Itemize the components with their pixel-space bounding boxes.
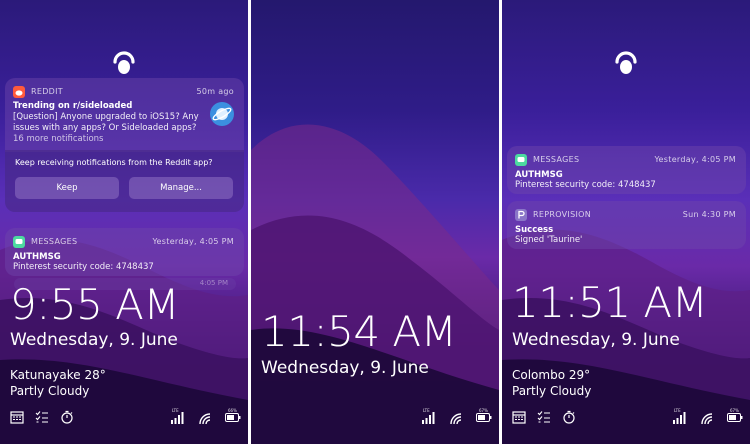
wifi-icon xyxy=(450,413,462,424)
notification-app-name: REPROVISION xyxy=(533,210,592,219)
notification-title: AUTHMSG xyxy=(515,170,563,180)
messages-notification[interactable]: MESSAGES Yesterday, 4:05 PM AUTHMSG Pint… xyxy=(507,146,746,194)
checklist-icon[interactable] xyxy=(35,410,49,424)
clock: 11:54 AM xyxy=(261,307,457,356)
calendar-icon[interactable] xyxy=(10,410,24,424)
notification-app-name: MESSAGES xyxy=(31,237,78,246)
notification-app-name: REDDIT xyxy=(31,87,63,96)
date: Wednesday, 9. June xyxy=(512,330,680,350)
wifi-icon xyxy=(701,413,713,424)
clock: 11:51 AM xyxy=(512,278,708,327)
messages-notification[interactable]: MESSAGES Yesterday, 4:05 PM AUTHMSG Pint… xyxy=(5,228,244,276)
date: Wednesday, 9. June xyxy=(10,330,178,350)
notification-body-line1: [Question] Anyone upgraded to iOS15? Any xyxy=(13,112,199,122)
reddit-notification[interactable]: REDDIT 50m ago Trending on r/sideloaded … xyxy=(5,78,244,152)
calendar-icon[interactable] xyxy=(512,410,526,424)
more-notifications[interactable]: 16 more notifications xyxy=(13,134,103,145)
notification-body: Pinterest security code: 4748437 xyxy=(13,262,154,272)
battery-icon xyxy=(476,413,492,422)
reprovision-app-icon xyxy=(515,209,527,221)
messages-app-icon xyxy=(13,236,25,248)
weather-condition: Partly Cloudy xyxy=(10,384,90,398)
notification-body: Signed 'Taurine' xyxy=(515,235,583,245)
notification-time: Yesterday, 4:05 PM xyxy=(654,155,736,164)
notification-options: Keep receiving notifications from the Re… xyxy=(5,150,244,212)
weather-location: Colombo 29° xyxy=(512,368,591,382)
notification-time: 50m ago xyxy=(196,87,234,96)
notification-title: Trending on r/sideloaded xyxy=(13,101,133,111)
messages-app-icon xyxy=(515,154,527,166)
timer-icon[interactable] xyxy=(60,410,74,424)
wifi-icon xyxy=(199,413,211,424)
lockscreen-panel-1: REDDIT 50m ago Trending on r/sideloaded … xyxy=(0,0,248,444)
notification-title: Success xyxy=(515,225,554,235)
weather-condition: Partly Cloudy xyxy=(512,384,592,398)
signal-icon xyxy=(422,412,435,424)
checklist-icon[interactable] xyxy=(537,410,551,424)
notification-time: Sun 4:30 PM xyxy=(682,210,736,219)
lock-icon xyxy=(615,51,637,74)
notification-app-name: MESSAGES xyxy=(533,155,580,164)
notification-body: Pinterest security code: 4748437 xyxy=(515,180,656,190)
date: Wednesday, 9. June xyxy=(261,358,429,378)
manage-button[interactable]: Manage... xyxy=(129,177,233,199)
lockscreen-panel-2: 11:54 AM Wednesday, 9. June LTE 67% xyxy=(251,0,499,444)
signal-icon xyxy=(673,412,686,424)
stacked-notification-time: 4:05 PM xyxy=(199,279,228,287)
timer-icon[interactable] xyxy=(562,410,576,424)
lockscreen-panel-3: MESSAGES Yesterday, 4:05 PM AUTHMSG Pint… xyxy=(502,0,750,444)
keep-button[interactable]: Keep xyxy=(15,177,119,199)
notification-title: AUTHMSG xyxy=(13,252,61,262)
reddit-app-icon xyxy=(13,86,25,98)
planet-thumbnail-icon xyxy=(210,102,234,126)
battery-icon xyxy=(225,413,241,422)
clock: 9:55 AM xyxy=(10,280,180,329)
weather-location: Katunayake 28° xyxy=(10,368,106,382)
signal-icon xyxy=(171,412,184,424)
reprovision-notification[interactable]: REPROVISION Sun 4:30 PM Success Signed '… xyxy=(507,201,746,249)
notification-time: Yesterday, 4:05 PM xyxy=(152,237,234,246)
notification-body-line2: issues with any apps? Or Sideloaded apps… xyxy=(13,123,197,133)
keep-question: Keep receiving notifications from the Re… xyxy=(15,158,213,167)
lock-icon xyxy=(113,51,135,74)
battery-icon xyxy=(727,413,743,422)
